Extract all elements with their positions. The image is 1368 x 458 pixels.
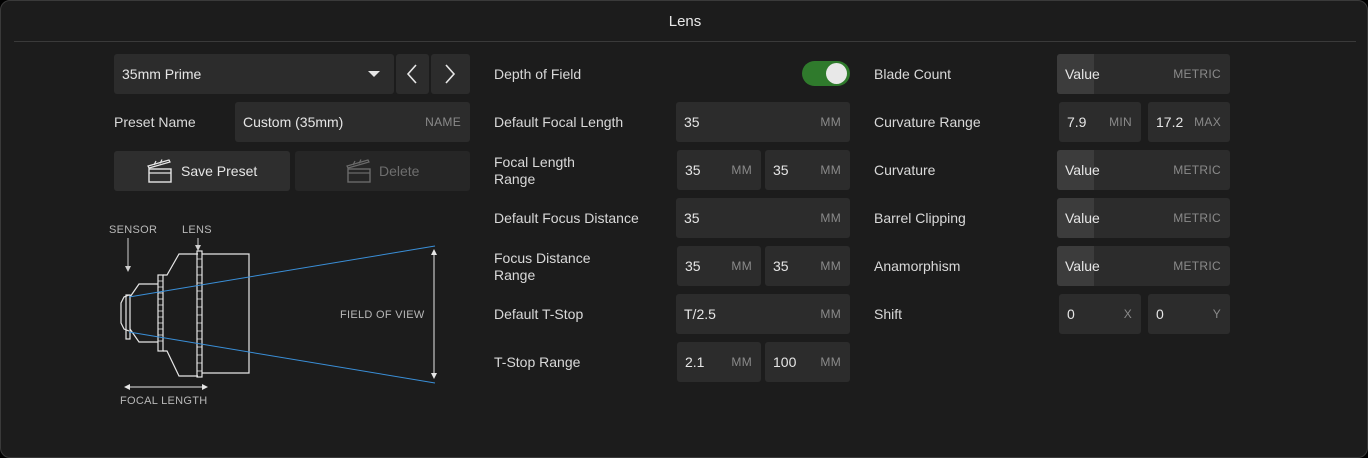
curvature-field[interactable]: Value METRIC (1057, 150, 1230, 190)
focus-distance-max-field[interactable]: 35 MM (765, 246, 850, 286)
toggle-knob (826, 63, 847, 84)
ray-lower (128, 331, 436, 384)
preset-dropdown-value: 35mm Prime (122, 66, 202, 82)
clapperboard-icon (147, 159, 172, 183)
shift-x-field[interactable]: 0 X (1059, 294, 1141, 334)
default-focus-distance-unit: MM (820, 211, 841, 225)
t-stop-min-unit: MM (731, 355, 752, 369)
focus-distance-min-unit: MM (731, 259, 752, 273)
t-stop-range-label: T-Stop Range (494, 354, 581, 370)
panel-title: Lens (668, 13, 702, 30)
default-t-stop-unit: MM (820, 307, 841, 321)
lens-diagram: SENSOR LENS FIELD OF VIEW FOCAL LENGTH (109, 224, 437, 407)
title-divider (14, 41, 1356, 42)
t-stop-min-value: 2.1 (685, 354, 705, 370)
barrel-clipping-label: Barrel Clipping (874, 210, 966, 226)
save-preset-label: Save Preset (181, 163, 258, 179)
chevron-left-icon (406, 64, 417, 84)
chevron-right-icon (445, 64, 456, 84)
default-t-stop-field[interactable]: T/2.5 MM (676, 294, 850, 334)
clapperboard-icon (346, 159, 371, 183)
anamorphism-label: Anamorphism (874, 258, 961, 274)
blade-count-value: Value (1065, 66, 1100, 82)
curvature-unit: METRIC (1173, 163, 1221, 177)
preset-next-button[interactable] (431, 54, 470, 94)
focus-distance-range-label-line2: Range (494, 267, 536, 283)
focal-length-max-value: 35 (773, 162, 789, 178)
ray-upper (128, 245, 436, 298)
curvature-min-field[interactable]: 7.9 MIN (1059, 102, 1141, 142)
lens-panel: Lens 35mm Prime Preset Name Custom (35mm… (0, 0, 1368, 458)
barrel-clipping-value: Value (1065, 210, 1100, 226)
preset-dropdown[interactable]: 35mm Prime (114, 54, 394, 94)
anamorphism-unit: METRIC (1173, 259, 1221, 273)
default-focal-length-field[interactable]: 35 MM (676, 102, 850, 142)
focus-distance-range-label-line1: Focus Distance (494, 250, 591, 266)
depth-of-field-toggle[interactable] (802, 61, 850, 86)
shift-x-value: 0 (1067, 306, 1075, 322)
curvature-label: Curvature (874, 162, 936, 178)
curvature-min-value: 7.9 (1067, 114, 1087, 130)
shift-x-unit: X (1123, 307, 1132, 321)
shift-y-unit: Y (1212, 307, 1221, 321)
focus-distance-range-label: Focus Distance Range (494, 250, 590, 284)
default-t-stop-value: T/2.5 (684, 306, 716, 322)
sensor-label: SENSOR (109, 224, 157, 236)
delete-preset-label: Delete (379, 163, 420, 179)
t-stop-max-unit: MM (820, 355, 841, 369)
default-focus-distance-field[interactable]: 35 MM (676, 198, 850, 238)
default-focal-length-unit: MM (820, 115, 841, 129)
default-t-stop-label: Default T-Stop (494, 306, 584, 322)
barrel-clipping-field[interactable]: Value METRIC (1057, 198, 1230, 238)
focal-length-max-unit: MM (820, 163, 841, 177)
default-focus-distance-label: Default Focus Distance (494, 210, 639, 226)
depth-of-field-label: Depth of Field (494, 66, 582, 82)
default-focal-length-label: Default Focal Length (494, 114, 624, 130)
blade-count-field[interactable]: Value METRIC (1057, 54, 1230, 94)
curvature-range-label: Curvature Range (874, 114, 981, 130)
lens-label: LENS (182, 224, 212, 236)
preset-name-field[interactable]: Custom (35mm) NAME (235, 102, 470, 142)
curvature-max-value: 17.2 (1156, 114, 1184, 130)
default-focus-distance-value: 35 (684, 210, 700, 226)
focal-length-min-value: 35 (685, 162, 701, 178)
field-of-view-label: FIELD OF VIEW (340, 309, 425, 321)
lens-body-outline (120, 250, 250, 378)
default-focal-length-value: 35 (684, 114, 700, 130)
focal-length-range-label-line2: Range (494, 171, 536, 187)
preset-name-value: Custom (35mm) (243, 114, 344, 130)
focus-distance-max-unit: MM (820, 259, 841, 273)
curvature-min-unit: MIN (1109, 115, 1132, 129)
focal-length-min-field[interactable]: 35 MM (677, 150, 761, 190)
shift-y-value: 0 (1156, 306, 1164, 322)
t-stop-max-value: 100 (773, 354, 797, 370)
blade-count-unit: METRIC (1173, 67, 1221, 81)
anamorphism-field[interactable]: Value METRIC (1057, 246, 1230, 286)
preset-name-unit: NAME (425, 115, 461, 129)
focus-distance-min-field[interactable]: 35 MM (677, 246, 761, 286)
anamorphism-value: Value (1065, 258, 1100, 274)
save-preset-button[interactable]: Save Preset (114, 151, 290, 191)
curvature-max-field[interactable]: 17.2 MAX (1148, 102, 1230, 142)
delete-preset-button[interactable]: Delete (295, 151, 470, 191)
curvature-max-unit: MAX (1194, 115, 1221, 129)
blade-count-label: Blade Count (874, 66, 952, 82)
shift-y-field[interactable]: 0 Y (1148, 294, 1230, 334)
focal-length-range-label: Focal Length Range (494, 154, 575, 188)
caret-down-icon (368, 71, 380, 77)
focus-distance-max-value: 35 (773, 258, 789, 274)
focal-length-max-field[interactable]: 35 MM (765, 150, 850, 190)
focal-length-range-label-line1: Focal Length (494, 154, 575, 170)
preset-prev-button[interactable] (396, 54, 429, 94)
shift-label: Shift (874, 306, 903, 322)
focal-length-min-unit: MM (731, 163, 752, 177)
t-stop-max-field[interactable]: 100 MM (765, 342, 850, 382)
barrel-clipping-unit: METRIC (1173, 211, 1221, 225)
curvature-value: Value (1065, 162, 1100, 178)
preset-name-label: Preset Name (114, 114, 196, 130)
t-stop-min-field[interactable]: 2.1 MM (677, 342, 761, 382)
focus-distance-min-value: 35 (685, 258, 701, 274)
lens-ticks (158, 258, 202, 372)
focal-length-label: FOCAL LENGTH (120, 395, 208, 407)
